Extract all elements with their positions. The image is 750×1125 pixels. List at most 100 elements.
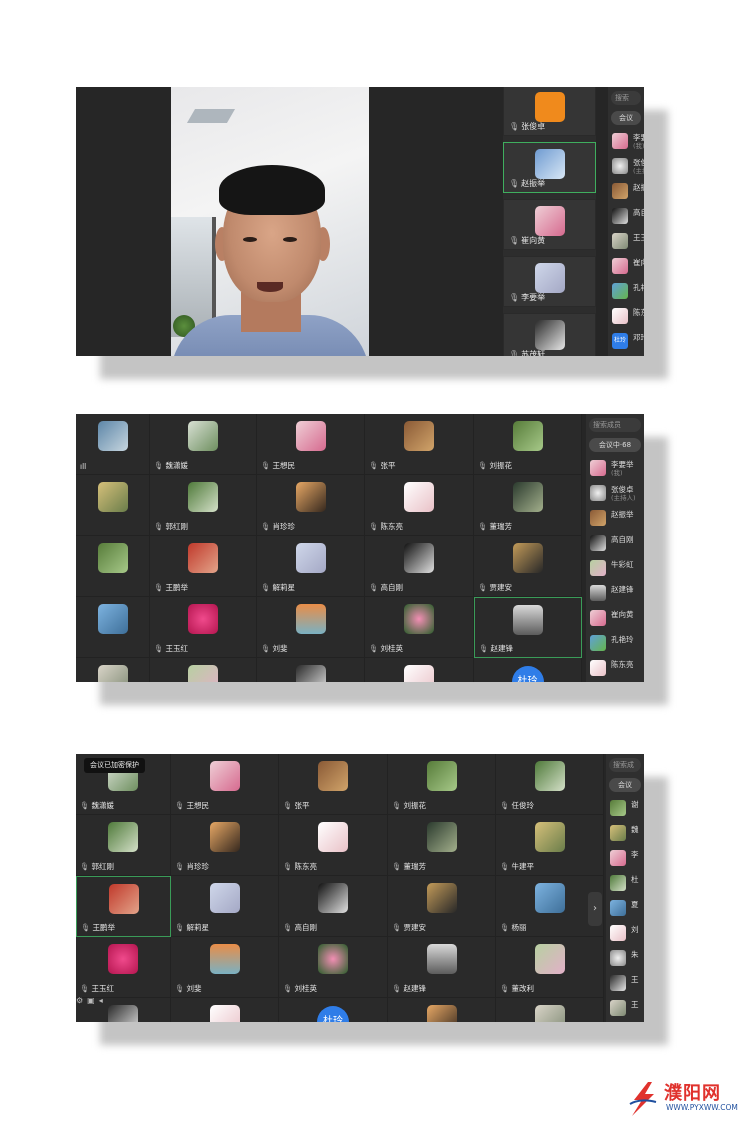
video-tile[interactable]: 🎙 王想民 (171, 754, 279, 815)
participant-name-text: 刘桂英 (380, 644, 404, 653)
participant-name-text: 王鹏举 (165, 583, 189, 592)
video-tile[interactable]: 🎙 董瑞芳 (388, 815, 496, 876)
video-tile[interactable] (257, 658, 365, 682)
mic-icon: 🎙 (509, 350, 520, 356)
video-tile[interactable]: 🎙 董瑞芳 (474, 475, 582, 536)
video-tile[interactable]: 🎙 郭红刚 (76, 815, 171, 876)
speaker-hair (219, 165, 325, 215)
chat-icon[interactable]: ▣ (87, 996, 95, 1005)
member-name: 李要举 (我) (611, 460, 634, 478)
participant-name-text: 解莉星 (272, 583, 296, 592)
participant-name: 🎙 苏茂轩 (509, 349, 545, 356)
member-search-input[interactable]: 搜索成员 (589, 418, 641, 432)
video-tile[interactable]: 🎙 王鹏举 (76, 876, 171, 937)
video-tile[interactable]: 🎙 张平 (279, 754, 388, 815)
video-tile[interactable]: 🎙 高自刚 (365, 536, 474, 597)
video-tile[interactable]: 🎙 刘斐 (171, 937, 279, 998)
participant-name: 🎙 王鹏举 (154, 582, 188, 593)
video-tile[interactable] (388, 998, 496, 1022)
participant-name: 🎙 牛建平 (500, 861, 534, 872)
settings-icon[interactable]: ⚙ (76, 996, 83, 1005)
meeting-tab[interactable]: 会议 (609, 778, 641, 792)
participant-name: 🎙 陈东亮 (283, 861, 317, 872)
video-tile[interactable]: 🎙 王玉红 (76, 937, 171, 998)
video-strip[interactable]: 🎙 张俊卓 🎙 赵振举 🎙 崔向黄 🎙 李要举 🎙 苏茂轩 (503, 87, 596, 356)
member-avatar (590, 460, 606, 476)
video-tile[interactable] (76, 597, 150, 658)
video-tile[interactable]: 🎙 刘桂英 (279, 937, 388, 998)
video-tile[interactable] (171, 998, 279, 1022)
collapse-icon[interactable]: ◂ (99, 996, 103, 1005)
participant-name: 🎙 崔向黄 (509, 235, 545, 246)
video-tile[interactable]: 🎙 崔向黄 (503, 199, 596, 250)
participant-name: 🎙 任俊玲 (500, 800, 534, 811)
avatar-thumbnail (404, 543, 434, 573)
video-tile[interactable] (365, 658, 474, 682)
video-tile[interactable] (496, 998, 604, 1022)
avatar-thumbnail (97, 543, 128, 573)
mic-icon: 🎙 (479, 644, 489, 653)
next-page-button[interactable]: › (588, 892, 602, 926)
video-tile[interactable]: 🎙 高自刚 (279, 876, 388, 937)
member-role: (我) (633, 142, 644, 150)
video-tile[interactable]: 🎙 苏茂轩 (503, 313, 596, 356)
video-tile[interactable]: 🎙 王鹏举 (150, 536, 257, 597)
avatar-thumbnail (188, 482, 218, 512)
video-tile[interactable] (76, 475, 150, 536)
video-tile[interactable]: 杜玲 (474, 658, 582, 682)
video-tile[interactable] (76, 536, 150, 597)
video-tile[interactable]: 🎙 刘斐 (257, 597, 365, 658)
video-tile[interactable] (76, 658, 150, 682)
video-tile[interactable]: 🎙 王玉红 (150, 597, 257, 658)
participant-name-text: 王想民 (272, 461, 296, 470)
video-tile[interactable]: 🎙 郭红刚 (150, 475, 257, 536)
video-tile[interactable]: 🎙 贾建安 (388, 876, 496, 937)
video-tile[interactable]: 🎙 张平 (365, 414, 474, 475)
participant-name: 🎙 赵建锋 (392, 983, 426, 994)
video-tile[interactable]: 🎙 刘桂英 (365, 597, 474, 658)
member-name-text: 崔向黄 (611, 610, 634, 619)
meeting-tab[interactable]: 会议中·68 (589, 438, 641, 452)
participant-name-text: 张俊卓 (521, 122, 546, 131)
video-tile[interactable]: ıll (76, 414, 150, 475)
video-tile[interactable]: 🎙 赵建锋 (474, 597, 582, 658)
member-name-text: 夏 (631, 900, 639, 909)
member-avatar (610, 950, 626, 966)
video-tile[interactable]: 🎙 董改利 (496, 937, 604, 998)
member-search-input[interactable]: 搜索 (611, 91, 641, 105)
video-tile[interactable]: 🎙 牛建平 (496, 815, 604, 876)
member-sidebar: 搜索会议李要(我) 张俊(主持赵振高自王玉崔向孔艳陈东杜玲邓玲 (608, 87, 644, 356)
video-tile[interactable]: 🎙 贾建安 (474, 536, 582, 597)
video-tile[interactable]: 🎙 任俊玲 (496, 754, 604, 815)
video-tile[interactable]: 🎙 肖珍珍 (171, 815, 279, 876)
participant-name-text: 贾建安 (489, 583, 513, 592)
video-tile[interactable]: 🎙 李要举 (503, 256, 596, 307)
member-search-input[interactable]: 搜索成 (609, 758, 641, 772)
video-tile[interactable] (150, 658, 257, 682)
video-tile[interactable]: 🎙 解莉星 (171, 876, 279, 937)
avatar-thumbnail (318, 761, 348, 791)
video-tile[interactable]: 🎙 陈东亮 (279, 815, 388, 876)
video-tile[interactable]: 🎙 赵振举 (503, 142, 596, 193)
video-tile[interactable]: 🎙 魏潇媛 (150, 414, 257, 475)
video-tile[interactable]: 🎙 陈东亮 (365, 475, 474, 536)
avatar-thumbnail (97, 482, 128, 512)
member-name-text: 李要 (633, 133, 644, 142)
video-tile[interactable]: 🎙 刘振花 (388, 754, 496, 815)
participant-name-text: 陈东亮 (294, 862, 318, 871)
video-tile[interactable]: 🎙 肖珍珍 (257, 475, 365, 536)
participant-name: 🎙 刘斐 (261, 643, 288, 654)
member-sidebar: 搜索成员 会议中·68 李要举 (我) 张俊卓 (主持人) 赵振举 高自刚 牛彩虹 赵建锋 崔向黄孔… (586, 414, 644, 682)
video-tile[interactable]: 🎙 赵建锋 (388, 937, 496, 998)
member-name-text: 张俊卓 (611, 485, 634, 494)
meeting-tab[interactable]: 会议 (611, 111, 641, 125)
participant-name: 🎙 魏潇媛 (80, 800, 114, 811)
video-tile[interactable]: 🎙 张俊卓 (503, 87, 596, 136)
video-tile[interactable]: 杜玲 (279, 998, 388, 1022)
video-tile[interactable]: 🎙 解莉星 (257, 536, 365, 597)
participant-name-text: 肖珍珍 (186, 862, 210, 871)
video-tile[interactable]: 🎙 王想民 (257, 414, 365, 475)
member-name-text: 孔艳 (633, 283, 644, 292)
video-tile[interactable]: 🎙 刘振花 (474, 414, 582, 475)
avatar-thumbnail (318, 822, 348, 852)
